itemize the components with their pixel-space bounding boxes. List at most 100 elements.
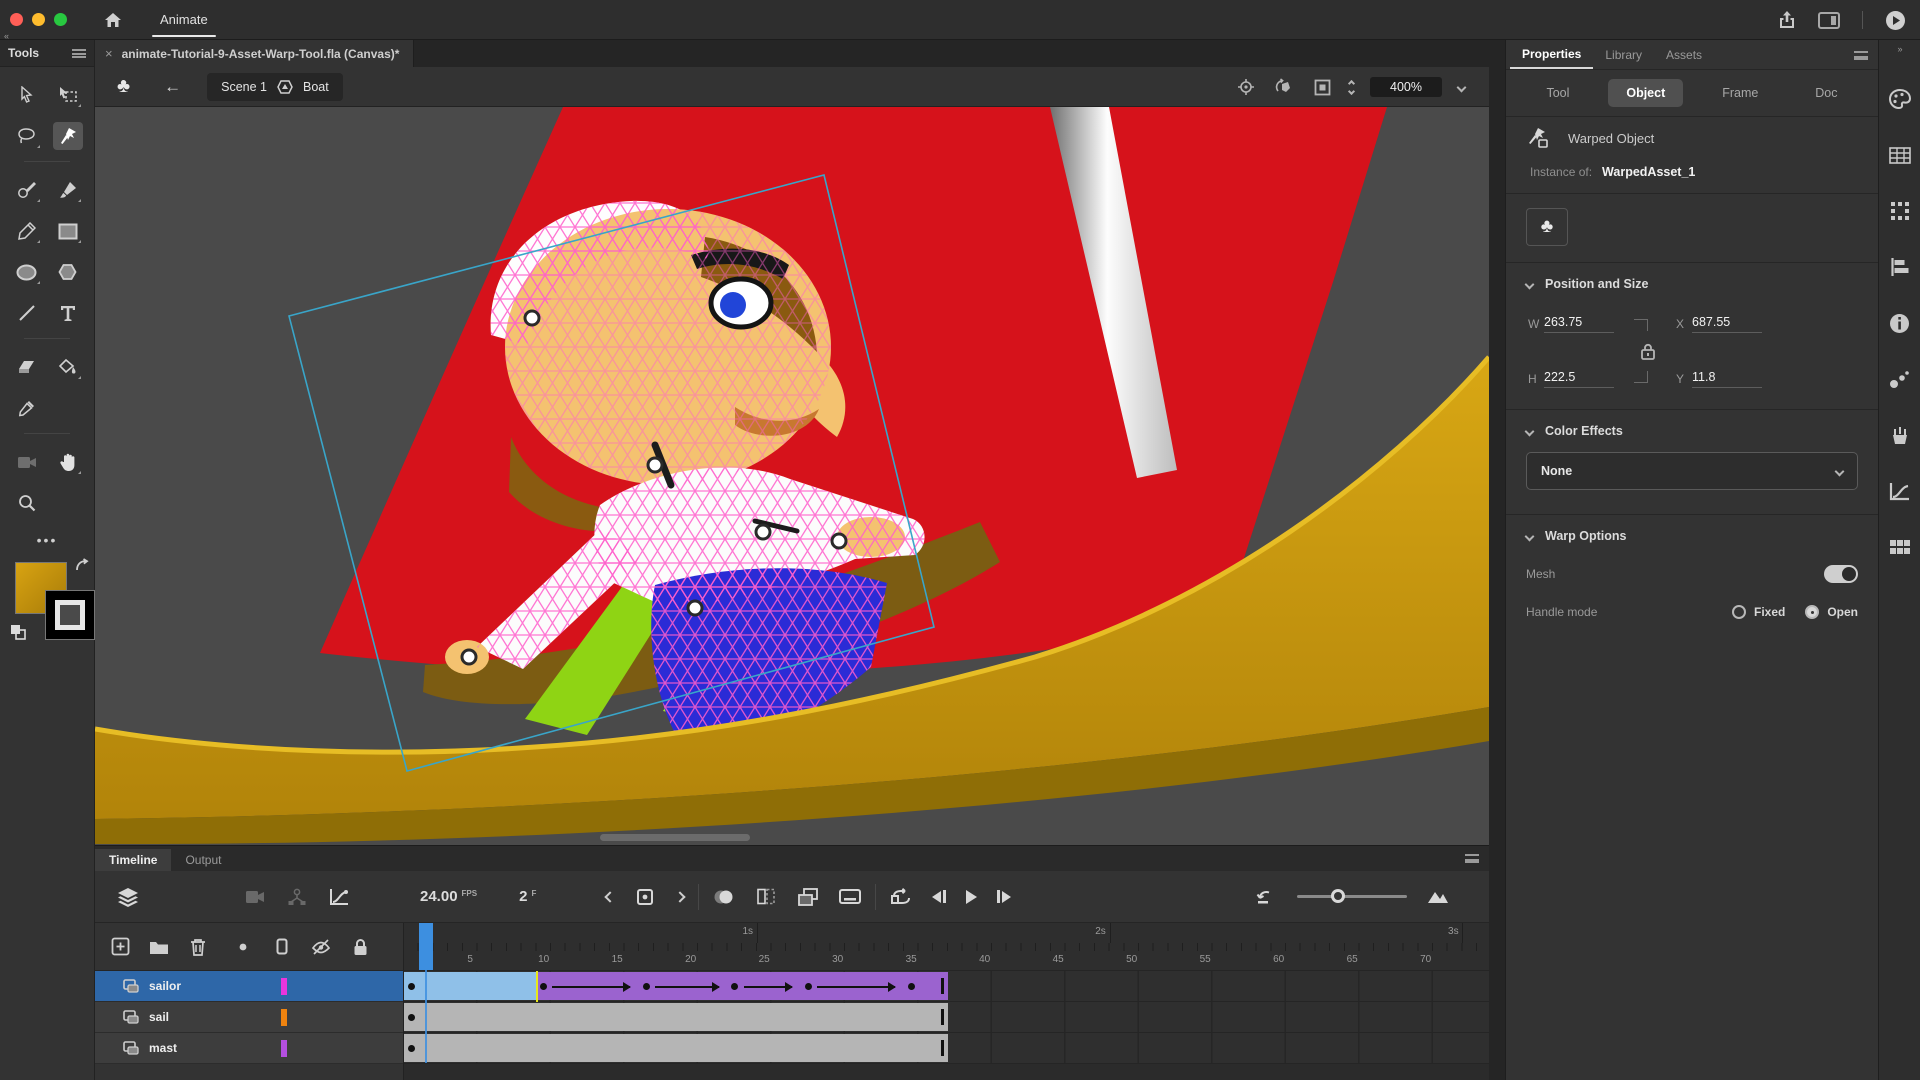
subtab-tool[interactable]: Tool (1528, 79, 1587, 107)
fluid-brush-tool[interactable] (12, 176, 42, 204)
frame-track-sailor[interactable] (404, 971, 1489, 1002)
motion-presets-panel-icon[interactable] (1889, 368, 1911, 390)
layer-row-sail[interactable]: sail (95, 1002, 403, 1033)
layer-name[interactable]: sail (149, 1010, 169, 1024)
subtab-object[interactable]: Object (1608, 79, 1683, 107)
height-value[interactable]: 222.5 (1544, 370, 1614, 388)
polystar-tool[interactable] (53, 258, 83, 286)
step-back-button[interactable] (932, 890, 946, 903)
layer-row-sailor[interactable]: sailor (95, 971, 403, 1002)
color-effect-dropdown[interactable]: None (1526, 452, 1858, 490)
width-value[interactable]: 263.75 (1544, 315, 1614, 333)
hand-tool[interactable] (53, 448, 83, 476)
breadcrumb-symbol[interactable]: Boat (303, 80, 329, 94)
zoom-stepper[interactable] (1349, 81, 1354, 94)
subtab-doc[interactable]: Doc (1797, 79, 1855, 107)
lasso-tool[interactable] (12, 122, 42, 150)
tab-timeline[interactable]: Timeline (95, 849, 171, 871)
minimize-window-button[interactable] (32, 13, 45, 26)
keyframe-dot[interactable] (805, 983, 812, 990)
mesh-toggle[interactable] (1824, 565, 1858, 583)
keyframe-dot[interactable] (408, 983, 415, 990)
layer-outline-color-chip[interactable] (281, 978, 287, 995)
loop-playback-button[interactable] (890, 886, 912, 908)
layer-name[interactable]: mast (149, 1041, 177, 1055)
subtab-frame[interactable]: Frame (1704, 79, 1776, 107)
tab-properties[interactable]: Properties (1510, 41, 1593, 69)
home-icon[interactable] (104, 12, 122, 28)
layer-outline-color-chip[interactable] (281, 1040, 287, 1057)
tween_blue-span[interactable] (404, 972, 536, 1000)
instance-name[interactable]: WarpedAsset_1 (1602, 165, 1695, 179)
clip-content-icon[interactable] (1311, 76, 1333, 98)
visibility-column-icon[interactable] (310, 936, 332, 958)
reset-timeline-zoom-button[interactable] (1255, 886, 1277, 908)
section-header-warp-options[interactable]: Warp Options (1526, 529, 1858, 543)
eyedropper-tool[interactable] (12, 394, 42, 422)
tools-menu-icon[interactable] (72, 49, 86, 58)
keyframe-dot[interactable] (908, 983, 915, 990)
stroke-color-swatch[interactable] (45, 590, 95, 640)
asset-warp-object-button[interactable]: ♣ (1526, 208, 1568, 246)
maximize-window-button[interactable] (54, 13, 67, 26)
radio-fixed[interactable]: Fixed (1732, 605, 1785, 619)
tab-library[interactable]: Library (1593, 42, 1654, 68)
scrollbar-thumb[interactable] (600, 834, 750, 841)
pencil-tool[interactable] (12, 217, 42, 245)
current-frame-display[interactable]: 2F (519, 888, 536, 905)
insert-keyframe-button[interactable] (634, 886, 656, 908)
zoom-tool[interactable] (12, 489, 42, 517)
previous-keyframe-button[interactable] (605, 891, 616, 902)
lock-column-icon[interactable] (349, 936, 371, 958)
add-layer-button[interactable] (109, 936, 131, 958)
asset-warp-tool[interactable] (53, 122, 83, 150)
workspace-icon[interactable] (1818, 12, 1840, 29)
classic-brush-tool[interactable] (53, 176, 83, 204)
keyframe-dot[interactable] (643, 983, 650, 990)
highlight-column-icon[interactable] (232, 936, 254, 958)
onion-skin-outlines-button[interactable] (755, 886, 777, 908)
frame-picker-panel-icon[interactable] (1889, 424, 1911, 446)
color-panel-icon[interactable] (1889, 88, 1911, 110)
keyframe-dot[interactable] (408, 1045, 415, 1052)
swatches-panel-icon[interactable] (1889, 144, 1911, 166)
layer-parenting-button[interactable] (286, 886, 308, 908)
frame-rate-display[interactable]: 24.00FPS (420, 888, 477, 905)
onion-skin-button[interactable] (713, 886, 735, 908)
selection-tool[interactable] (12, 81, 42, 109)
x-value[interactable]: 687.55 (1692, 315, 1762, 333)
text-tool[interactable] (53, 299, 83, 327)
close-window-button[interactable] (10, 13, 23, 26)
breadcrumb-scene[interactable]: Scene 1 (221, 80, 267, 94)
timeline-menu-icon[interactable] (1465, 854, 1479, 863)
eraser-tool[interactable] (12, 353, 42, 381)
camera-tool[interactable] (12, 448, 42, 476)
modify-frame-span-button[interactable] (839, 886, 861, 908)
frame-track-mast[interactable] (404, 1033, 1489, 1064)
frame-ruler[interactable]: 1s2s3s 510152025303540455055606570 (404, 923, 1489, 971)
add-folder-button[interactable] (148, 936, 170, 958)
graph-editor-button[interactable] (328, 886, 350, 908)
stage-canvas[interactable] (95, 107, 1489, 845)
more-tools-icon[interactable]: ••• (37, 532, 58, 548)
quick-share-circle-icon[interactable] (1885, 10, 1906, 31)
components-panel-icon[interactable] (1889, 536, 1911, 558)
swap-colors-icon[interactable] (74, 558, 90, 573)
camera-button[interactable] (244, 886, 266, 908)
oval-tool[interactable] (12, 258, 42, 286)
transform-panel-icon[interactable] (1889, 200, 1911, 222)
frame-track-sail[interactable] (404, 1002, 1489, 1033)
tab-output[interactable]: Output (171, 849, 235, 871)
align-panel-icon[interactable] (1889, 256, 1911, 278)
rectangle-tool[interactable] (53, 217, 83, 245)
radio-open[interactable]: Open (1805, 605, 1858, 619)
section-header-position[interactable]: Position and Size (1526, 277, 1858, 291)
zoom-level-field[interactable]: 400% (1370, 77, 1442, 97)
expand-panels-icon[interactable]: » (1897, 44, 1901, 54)
outline-column-icon[interactable] (271, 936, 293, 958)
edit-multiple-frames-button[interactable] (797, 886, 819, 908)
timeline-zoom-knob[interactable] (1331, 889, 1345, 903)
layer-row-mast[interactable]: mast (95, 1033, 403, 1064)
zoom-dropdown-icon[interactable] (1457, 82, 1467, 92)
reset-colors-icon[interactable] (10, 624, 27, 641)
